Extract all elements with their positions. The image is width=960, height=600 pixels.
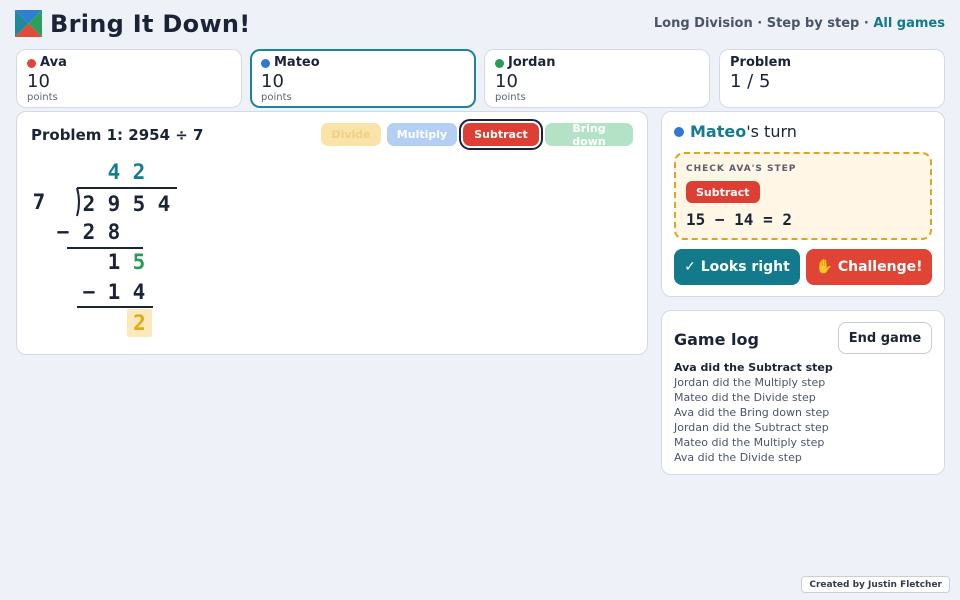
product-digit: 4 bbox=[132, 280, 146, 304]
player-color-dot bbox=[495, 58, 504, 68]
game-log-panel: Game log End game Ava did the Subtract s… bbox=[661, 310, 945, 475]
player-card-ava: Ava 10 points bbox=[16, 49, 242, 108]
division-panel: Problem 1: 2954 ÷ 7 Divide Multiply Subt… bbox=[16, 111, 648, 355]
turn-panel: Mateo's turn CHECK AVA'S STEP Subtract 1… bbox=[661, 111, 945, 297]
divisor: 7 bbox=[32, 190, 46, 214]
product-digit: 2 bbox=[82, 220, 96, 244]
log-entry: Mateo did the Multiply step bbox=[674, 436, 825, 449]
log-entry: Ava did the Bring down step bbox=[674, 406, 830, 419]
subtraction-line bbox=[77, 306, 153, 308]
app-header: Bring It Down! Long Division · Step by s… bbox=[15, 8, 945, 40]
brought-down-digit: 5 bbox=[132, 250, 146, 274]
problem-card-value: 1 / 5 bbox=[730, 71, 771, 92]
player-color-dot bbox=[674, 127, 684, 137]
end-game-button[interactable]: End game bbox=[838, 322, 932, 354]
product-digit: 1 bbox=[107, 280, 121, 304]
turn-player-name: Mateo bbox=[690, 122, 747, 141]
check-step-label: CHECK AVA'S STEP bbox=[686, 164, 797, 174]
looks-right-button[interactable]: ✓ Looks right bbox=[674, 249, 800, 285]
minus-sign: − bbox=[56, 220, 70, 244]
turn-suffix: 's turn bbox=[746, 122, 797, 141]
player-card-jordan: Jordan 10 points bbox=[484, 49, 710, 108]
header-subtitle: Long Division · Step by step · All games bbox=[654, 16, 945, 32]
product-digit: 8 bbox=[107, 220, 121, 244]
log-entry: Jordan did the Multiply step bbox=[674, 376, 826, 389]
current-remainder-digit: 2 bbox=[127, 309, 152, 337]
all-games-link[interactable]: All games bbox=[873, 16, 945, 31]
credit-badge[interactable]: Created by Justin Fletcher bbox=[801, 576, 950, 593]
step-badge: Subtract bbox=[686, 181, 760, 203]
points-label: points bbox=[261, 92, 292, 103]
log-entry: Mateo did the Divide step bbox=[674, 391, 816, 404]
subtitle-text: Long Division · Step by step · bbox=[653, 16, 874, 31]
game-log-title: Game log bbox=[674, 330, 759, 349]
logo-icon bbox=[15, 10, 42, 37]
points-label: points bbox=[27, 92, 58, 103]
check-step-box: CHECK AVA'S STEP Subtract 15 − 14 = 2 bbox=[674, 152, 932, 240]
game-log-list: Ava did the Subtract step Jordan did the… bbox=[674, 360, 833, 465]
app-title: Bring It Down! bbox=[50, 10, 251, 38]
minus-sign: − bbox=[82, 280, 96, 304]
dividend-digit: 9 bbox=[107, 192, 121, 216]
player-color-dot bbox=[27, 58, 36, 68]
player-score: 10 bbox=[261, 71, 284, 92]
dividend-digit: 4 bbox=[157, 192, 171, 216]
player-score: 10 bbox=[27, 71, 50, 92]
long-division-workspace: 4 2 7 2 9 5 4 − 2 8 1 5 − 1 4 2 bbox=[17, 112, 649, 356]
subtraction-line bbox=[67, 247, 143, 249]
dividend-digit: 2 bbox=[82, 192, 96, 216]
dividend-digit: 5 bbox=[132, 192, 146, 216]
log-entry: Ava did the Subtract step bbox=[674, 361, 833, 374]
log-entry: Jordan did the Subtract step bbox=[674, 421, 829, 434]
challenge-button[interactable]: ✋ Challenge! bbox=[806, 249, 932, 285]
turn-title: Mateo's turn bbox=[674, 122, 797, 142]
player-name: Jordan bbox=[508, 55, 556, 70]
player-name: Mateo bbox=[274, 55, 320, 70]
player-color-dot bbox=[261, 58, 270, 68]
problem-progress-card: Problem 1 / 5 bbox=[719, 49, 945, 108]
problem-card-label: Problem bbox=[730, 55, 791, 70]
points-label: points bbox=[495, 92, 526, 103]
player-card-mateo: Mateo 10 points bbox=[250, 49, 476, 108]
remainder-digit: 1 bbox=[107, 250, 121, 274]
quotient-digit: 4 bbox=[107, 160, 121, 184]
step-equation: 15 − 14 = 2 bbox=[686, 210, 792, 229]
player-score: 10 bbox=[495, 71, 518, 92]
quotient-digit: 2 bbox=[132, 160, 146, 184]
log-entry: Ava did the Divide step bbox=[674, 451, 802, 464]
player-name: Ava bbox=[40, 55, 67, 70]
